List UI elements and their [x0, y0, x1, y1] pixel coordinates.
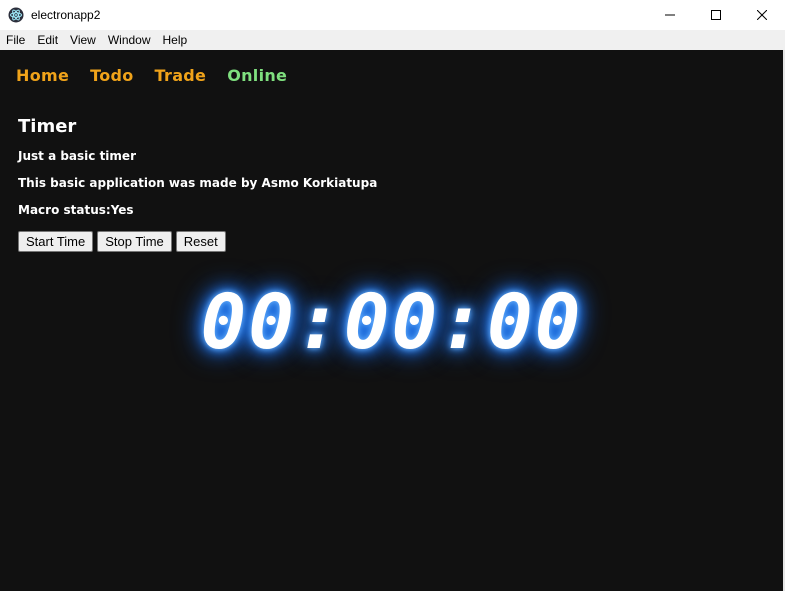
window-controls	[647, 0, 785, 30]
nav-online[interactable]: Online	[227, 66, 287, 85]
timer-display: 00:00:00	[200, 277, 583, 366]
nav-home[interactable]: Home	[16, 66, 69, 85]
electron-app-icon	[8, 7, 24, 23]
page-subtitle: Just a basic timer	[18, 149, 136, 163]
minimize-button[interactable]	[647, 0, 693, 30]
maximize-icon	[711, 10, 721, 20]
reset-button[interactable]: Reset	[175, 231, 226, 252]
start-time-button[interactable]: Start Time	[18, 231, 94, 252]
credit-text: This basic application was made by Asmo …	[18, 176, 378, 190]
macro-status: Macro status:Yes	[18, 203, 134, 217]
menu-bar: File Edit View Window Help	[0, 30, 785, 50]
stop-time-button[interactable]: Stop Time	[97, 231, 172, 252]
title-bar: electronapp2	[0, 0, 785, 30]
menu-edit[interactable]: Edit	[31, 30, 64, 50]
menu-window[interactable]: Window	[102, 30, 157, 50]
menu-view[interactable]: View	[64, 30, 102, 50]
close-icon	[757, 10, 767, 20]
timer-controls: Start Time Stop Time Reset	[18, 231, 230, 252]
minimize-icon	[665, 14, 675, 16]
menu-help[interactable]: Help	[157, 30, 194, 50]
maximize-button[interactable]	[693, 0, 739, 30]
menu-file[interactable]: File	[0, 30, 31, 50]
top-nav: Home Todo Trade Online	[16, 66, 308, 85]
nav-trade[interactable]: Trade	[155, 66, 207, 85]
app-content: Home Todo Trade Online Timer Just a basi…	[0, 50, 783, 591]
window-title: electronapp2	[31, 8, 101, 22]
close-button[interactable]	[739, 0, 785, 30]
page-title: Timer	[18, 116, 77, 137]
nav-todo[interactable]: Todo	[90, 66, 133, 85]
